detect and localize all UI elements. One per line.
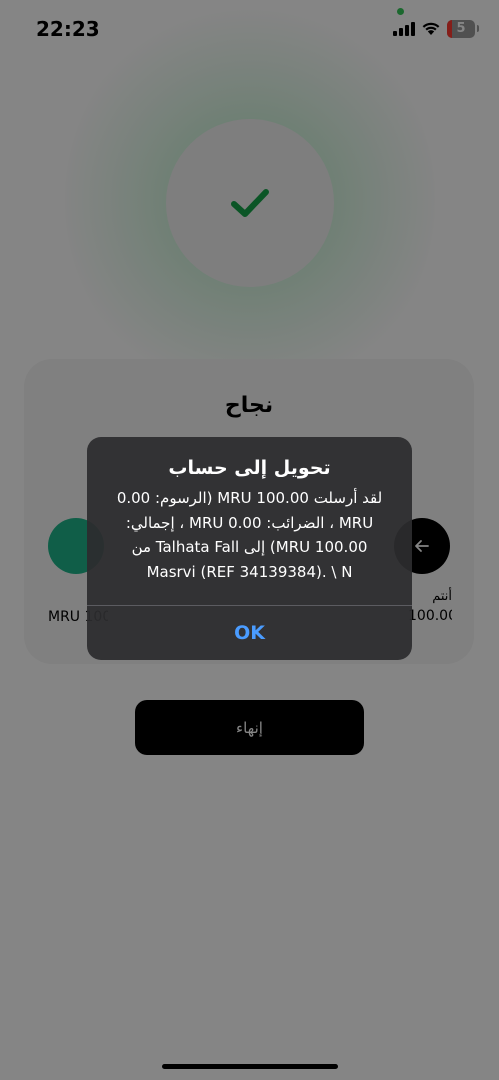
- alert-message: لقد أرسلت 100.00 MRU (الرسوم: 0.00 MRU ،…: [116, 489, 383, 581]
- screen: 22:23 5 نجاح MRU 100.00: [0, 0, 499, 1080]
- home-indicator[interactable]: [162, 1064, 338, 1069]
- alert-dialog: تحويل إلى حساب لقد أرسلت 100.00 MRU (الر…: [87, 437, 412, 660]
- alert-title: تحويل إلى حساب: [168, 457, 331, 479]
- ok-button[interactable]: OK: [87, 606, 412, 660]
